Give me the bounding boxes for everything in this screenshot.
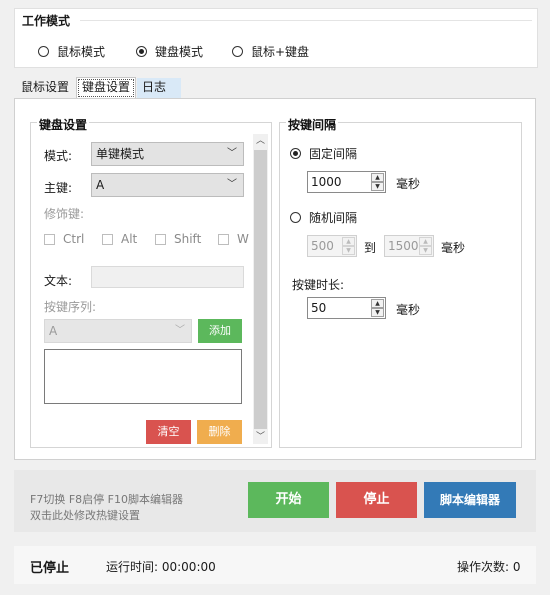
hotkey-edit-hint[interactable]: 双击此处修改热键设置 (30, 507, 140, 523)
arrow-down-icon[interactable]: ▼ (371, 308, 384, 317)
main-key-label: 主键: (44, 181, 73, 195)
scroll-down-icon[interactable]: ﹀ (253, 430, 268, 444)
mode-label: 模式: (44, 149, 73, 163)
chevron-down-icon: ﹀ (227, 179, 237, 190)
checkbox-box (155, 233, 166, 245)
random-max-spinner[interactable]: 1500 ▲ ▼ (384, 235, 434, 257)
arrow-up-icon[interactable]: ▲ (371, 173, 384, 182)
fixed-unit-label: 毫秒 (396, 177, 421, 191)
checkbox-box (218, 233, 229, 245)
radio-indicator (232, 46, 243, 57)
arrow-down-icon[interactable]: ▼ (419, 246, 432, 255)
duration-unit-label: 毫秒 (396, 303, 421, 317)
to-label: 到 (364, 241, 377, 255)
radio-mouse-keyboard-mode[interactable]: 鼠标+键盘 (232, 43, 309, 60)
operation-count: 操作次数: 0 (457, 560, 521, 574)
runtime-display: 运行时间: 00:00:00 (106, 560, 216, 574)
arrow-up-icon[interactable]: ▲ (342, 237, 355, 246)
sequence-list[interactable] (44, 349, 242, 404)
radio-fixed-interval[interactable]: 固定间隔 (290, 145, 357, 162)
checkbox-alt[interactable]: Alt (102, 232, 137, 246)
duration-label: 按键时长: (292, 278, 345, 292)
checkbox-shift[interactable]: Shift (155, 232, 201, 246)
radio-indicator (290, 148, 301, 159)
random-min-spinner[interactable]: 500 ▲ ▼ (307, 235, 357, 257)
duration-spinner[interactable]: 50 ▲ ▼ (307, 297, 386, 319)
modifier-label: 修饰键: (44, 207, 85, 221)
scrollbar[interactable]: ︿ ﹀ (253, 134, 268, 444)
start-button[interactable]: 开始 (248, 482, 329, 518)
delete-button[interactable]: 删除 (197, 420, 242, 444)
text-label: 文本: (44, 274, 73, 288)
keyboard-group-title: 键盘设置 (37, 116, 90, 133)
spinner-buttons[interactable]: ▲ ▼ (419, 237, 432, 255)
scrollbar-thumb[interactable] (254, 150, 267, 429)
arrow-down-icon[interactable]: ▼ (371, 182, 384, 191)
tab-log[interactable]: 日志 (137, 78, 181, 98)
radio-random-interval[interactable]: 随机间隔 (290, 209, 357, 226)
work-mode-divider (80, 20, 532, 21)
chevron-down-icon: ﹀ (227, 148, 237, 159)
interval-group-title: 按键间隔 (286, 116, 339, 133)
clear-button[interactable]: 清空 (146, 420, 191, 444)
arrow-down-icon[interactable]: ▼ (342, 246, 355, 255)
radio-keyboard-mode[interactable]: 键盘模式 (136, 43, 203, 60)
checkbox-win[interactable]: W (218, 232, 250, 246)
fixed-interval-spinner[interactable]: 1000 ▲ ▼ (307, 171, 386, 193)
text-input[interactable] (91, 266, 244, 288)
radio-mouse-mode[interactable]: 鼠标模式 (38, 43, 105, 60)
sequence-select[interactable]: A ﹀ (44, 319, 192, 343)
spinner-buttons[interactable]: ▲ ▼ (342, 237, 355, 255)
radio-indicator (136, 46, 147, 57)
arrow-up-icon[interactable]: ▲ (371, 299, 384, 308)
checkbox-ctrl[interactable]: Ctrl (44, 232, 84, 246)
script-editor-button[interactable]: 脚本编辑器 (424, 482, 516, 518)
add-button[interactable]: 添加 (198, 319, 242, 343)
random-unit-label: 毫秒 (441, 241, 466, 255)
scroll-up-icon[interactable]: ︿ (253, 134, 268, 148)
checkbox-box (102, 233, 113, 245)
sequence-label: 按键序列: (44, 300, 97, 314)
checkbox-box (44, 233, 55, 245)
tab-keyboard-settings[interactable]: 键盘设置 (76, 77, 137, 99)
spinner-buttons[interactable]: ▲ ▼ (371, 299, 384, 317)
chevron-down-icon: ﹀ (175, 325, 185, 336)
radio-indicator (38, 46, 49, 57)
tab-mouse-settings[interactable]: 鼠标设置 (16, 78, 74, 98)
spinner-buttons[interactable]: ▲ ▼ (371, 173, 384, 191)
work-mode-title: 工作模式 (22, 14, 71, 28)
stop-button[interactable]: 停止 (336, 482, 417, 518)
arrow-up-icon[interactable]: ▲ (419, 237, 432, 246)
mode-select[interactable]: 单键模式 ﹀ (91, 142, 244, 166)
run-state: 已停止 (30, 561, 70, 576)
main-key-select[interactable]: A ﹀ (91, 173, 244, 197)
radio-indicator (290, 212, 301, 223)
hotkey-info[interactable]: F7切换 F8启停 F10脚本编辑器 (30, 491, 183, 507)
